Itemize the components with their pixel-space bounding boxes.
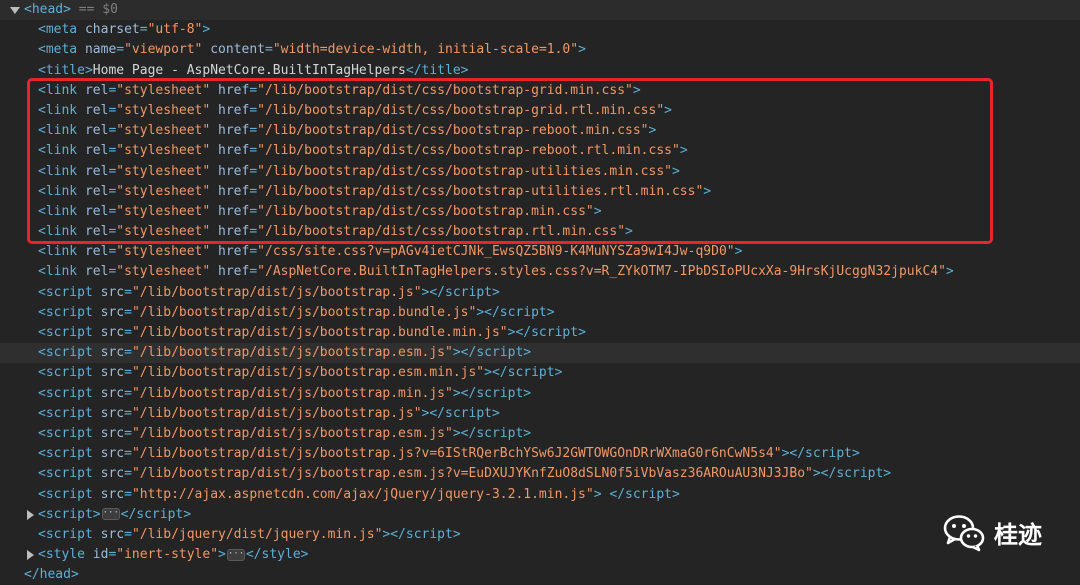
expand-right-icon[interactable]: [27, 550, 34, 561]
dom-node-markup: <link rel="stylesheet" href="/AspNetCore…: [38, 264, 954, 280]
dom-node-line[interactable]: </head>: [0, 565, 1080, 585]
dom-node-line[interactable]: <script src="/lib/bootstrap/dist/js/boot…: [0, 323, 1080, 343]
watermark: 桂迹: [942, 510, 1042, 554]
dom-node-markup: </head>: [24, 567, 79, 583]
dom-node-line[interactable]: <meta name="viewport" content="width=dev…: [0, 40, 1080, 60]
dom-node-line[interactable]: <script src="/lib/bootstrap/dist/js/boot…: [0, 363, 1080, 383]
dom-node-markup: <script src="http://ajax.aspnetcdn.com/a…: [38, 486, 680, 502]
dom-node-line[interactable]: <meta charset="utf-8">: [0, 20, 1080, 40]
dom-node-line[interactable]: <script> ··· </script>: [0, 505, 1080, 525]
dom-node-line[interactable]: <head> == $0: [0, 0, 1080, 21]
dom-node-markup: <script src="/lib/bootstrap/dist/js/boot…: [38, 325, 586, 340]
dom-node-markup: <script> ··· </script>: [38, 506, 192, 522]
dom-node-line[interactable]: <script src="/lib/bootstrap/dist/js/boot…: [0, 424, 1080, 444]
dom-node-markup: <script src="/lib/bootstrap/dist/js/boot…: [38, 446, 860, 462]
dom-node-markup: <script src="/lib/bootstrap/dist/js/boot…: [38, 365, 563, 381]
dom-node-markup: <link rel="stylesheet" href="/css/site.c…: [38, 244, 743, 260]
dom-node-markup: <script src="/lib/bootstrap/dist/js/boot…: [38, 405, 500, 421]
dom-node-line[interactable]: <script src="/lib/jquery/dist/jquery.min…: [0, 525, 1080, 545]
dom-node-line[interactable]: <style id="inert-style"> ··· </style>: [0, 545, 1080, 565]
wechat-icon: [943, 515, 985, 552]
dom-node-markup: <style id="inert-style"> ··· </style>: [38, 547, 309, 563]
dom-node-line[interactable]: <script src="/lib/bootstrap/dist/js/boot…: [0, 384, 1080, 404]
dom-node-markup: <script src="/lib/bootstrap/dist/js/boot…: [38, 466, 892, 482]
dom-node-markup: <meta charset="utf-8">: [38, 22, 211, 38]
dom-node-line[interactable]: <link rel="stylesheet" href="/css/site.c…: [0, 242, 1080, 262]
dom-node-line[interactable]: <script src="/lib/bootstrap/dist/js/boot…: [0, 283, 1080, 303]
watermark-text: 桂迹: [994, 520, 1042, 549]
dom-node-markup: <script src="/lib/jquery/dist/jquery.min…: [38, 526, 461, 542]
dom-node-markup: <meta name="viewport" content="width=dev…: [38, 42, 586, 58]
dom-node-line[interactable]: <script src="/lib/bootstrap/dist/js/boot…: [0, 303, 1080, 323]
dom-node-markup: <script src="/lib/bootstrap/dist/js/boot…: [38, 304, 555, 320]
expand-down-icon[interactable]: [10, 7, 20, 14]
dom-node-markup: <script src="/lib/bootstrap/dist/js/boot…: [38, 345, 532, 361]
dom-node-line[interactable]: <script src="/lib/bootstrap/dist/js/boot…: [0, 343, 1080, 364]
dom-node-markup: <script src="/lib/bootstrap/dist/js/boot…: [38, 425, 532, 441]
dom-node-markup: <head> == $0: [24, 2, 118, 17]
dom-node-line[interactable]: <script src="http://ajax.aspnetcdn.com/a…: [0, 485, 1080, 505]
expand-right-icon[interactable]: [27, 509, 34, 520]
dom-node-line[interactable]: <link rel="stylesheet" href="/AspNetCore…: [0, 262, 1080, 282]
dom-node-markup: <script src="/lib/bootstrap/dist/js/boot…: [38, 284, 500, 300]
dom-node-line[interactable]: <script src="/lib/bootstrap/dist/js/boot…: [0, 404, 1080, 424]
dom-node-line[interactable]: <script src="/lib/bootstrap/dist/js/boot…: [0, 444, 1080, 464]
highlight-box: [27, 78, 993, 244]
dom-node-line[interactable]: <script src="/lib/bootstrap/dist/js/boot…: [0, 464, 1080, 484]
dom-node-markup: <script src="/lib/bootstrap/dist/js/boot…: [38, 385, 532, 401]
